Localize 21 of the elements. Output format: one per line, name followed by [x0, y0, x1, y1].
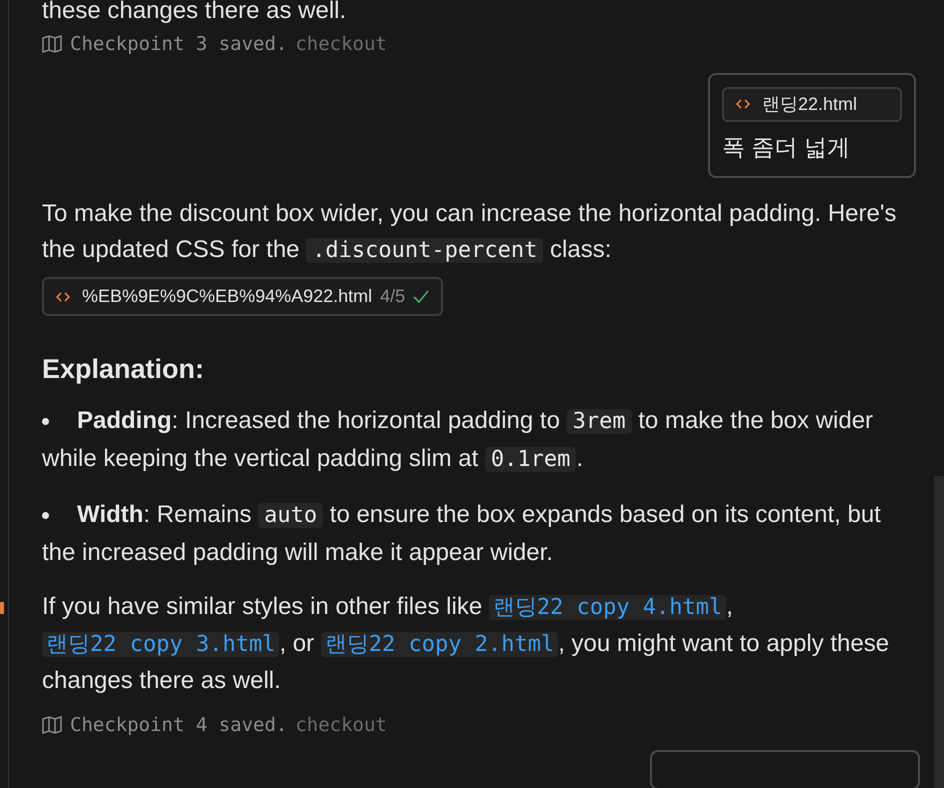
file-link[interactable]: 랜딩22 copy 2.html [320, 632, 558, 657]
section-heading: Explanation: [42, 353, 206, 386]
file-tag[interactable]: 랜딩22.html [722, 86, 902, 122]
map-icon [42, 716, 62, 734]
paragraph: To make the discount box wider, you can increase the horizontal padding. Here's the updated CSS for the .discount-percent class: [42, 199, 898, 265]
paragraph: these changes there as well. [42, 0, 348, 24]
file-chip[interactable]: %EB%9E%9C%EB%94%A922.html 4/5 [42, 277, 444, 316]
file-link[interactable]: 랜딩22 copy 3.html [42, 632, 280, 657]
checkpoint-text: Checkpoint 3 saved. [70, 32, 288, 57]
map-icon [42, 35, 62, 54]
message-text: 폭 좀더 넓게 [722, 132, 851, 162]
code-icon [56, 290, 70, 302]
file-link[interactable]: 랜딩22 copy 4.html [488, 595, 726, 620]
code-icon [736, 98, 750, 110]
checkpoint-text: Checkpoint 4 saved. [70, 713, 288, 738]
paragraph: If you have similar styles in other files like 랜딩22 copy 4.html , 랜딩22 copy 3.html , or 랜딩22 copy 2.html , you might want to apply these changes there as well. [42, 592, 890, 696]
checkout-link[interactable]: checkout [295, 30, 387, 58]
bullet-item: Width: Remains auto to ensure the box expands based on its content, but the increased padding will make it appear wider. [42, 500, 882, 568]
bullet-item: Padding: Increased the horizontal padding to 3rem to make the box wider while keeping the vertical padding slim at 0.1rem . [42, 406, 874, 474]
count: 4/5 [380, 285, 406, 308]
checkout-link[interactable]: checkout [295, 711, 387, 740]
